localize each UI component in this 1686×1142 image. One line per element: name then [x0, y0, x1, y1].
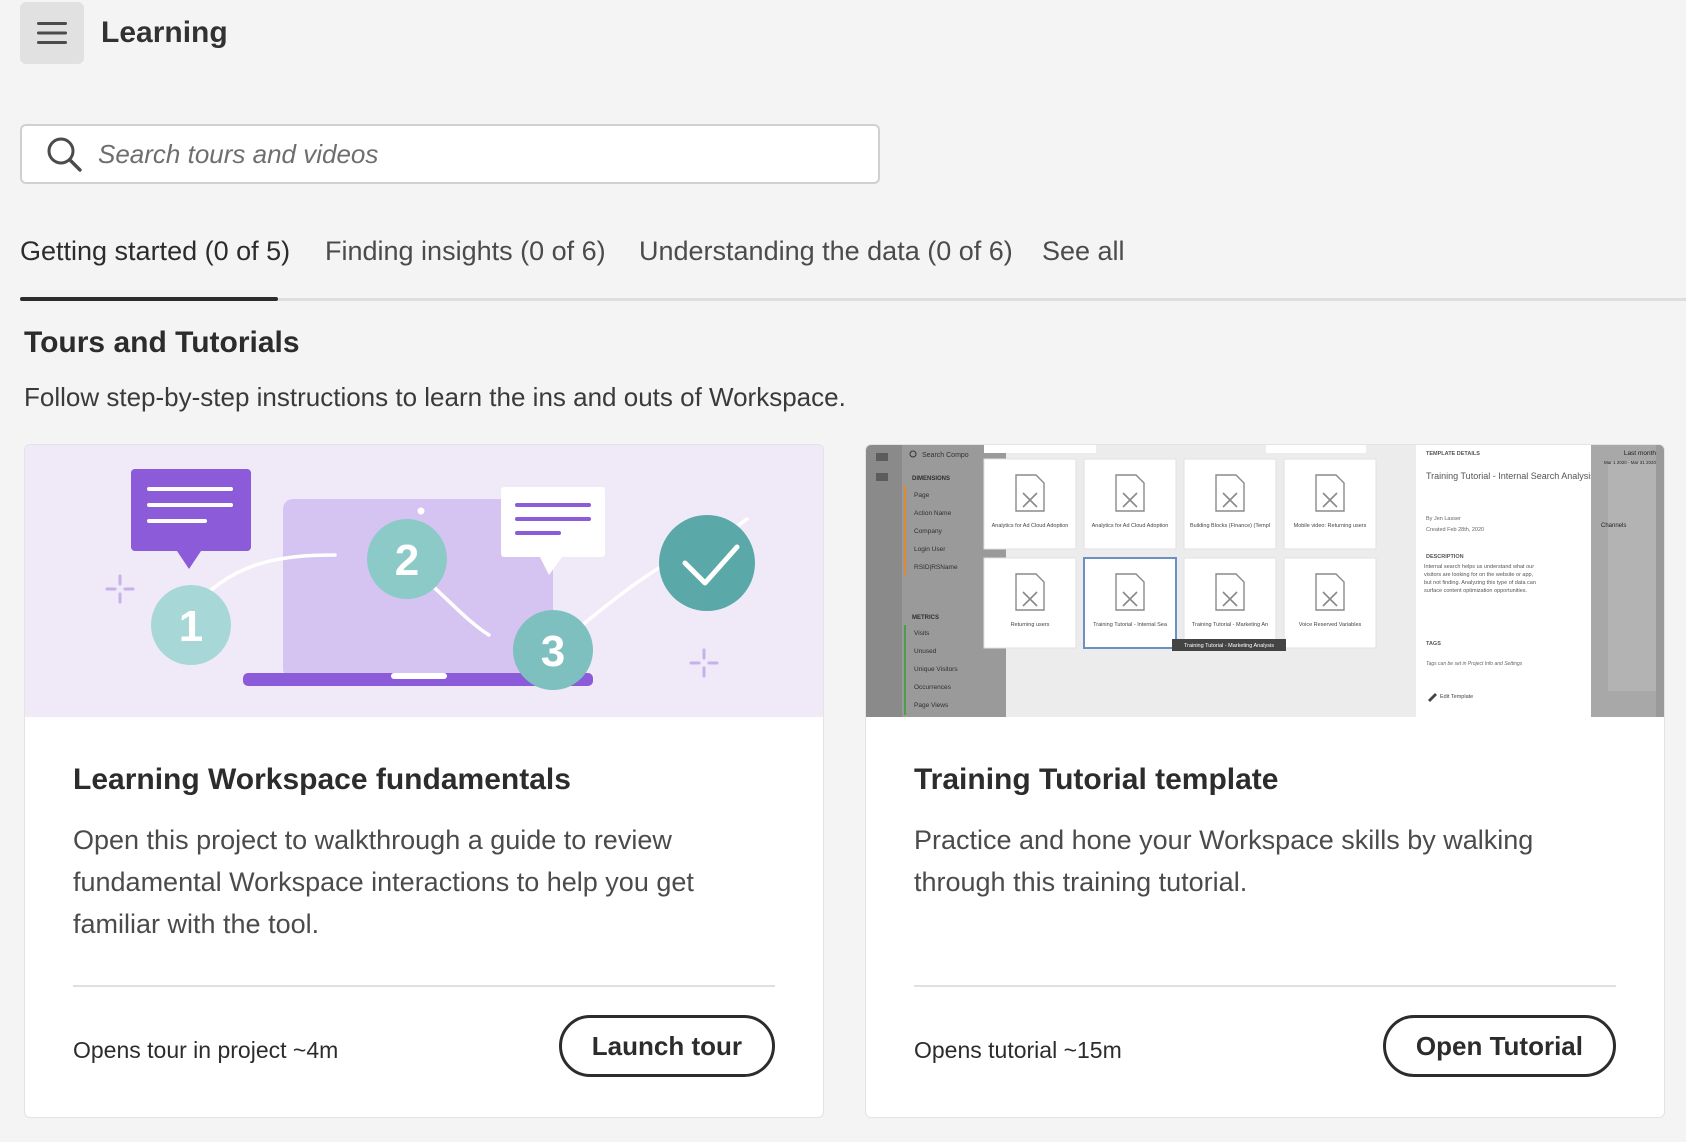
template-tile: Analytics for Ad Cloud Adoption [983, 458, 1077, 550]
svg-text:Visits: Visits [914, 630, 930, 637]
svg-text:TAGS: TAGS [1426, 641, 1441, 647]
template-tile-label: Analytics for Ad Cloud Adoption [992, 523, 1069, 529]
svg-text:By Jen Lasser: By Jen Lasser [1426, 516, 1461, 522]
template-tile: Training Tutorial - Marketing An [1183, 557, 1277, 649]
hamburger-menu-button[interactable] [20, 2, 84, 64]
tab-bar: Getting started (0 of 5) Finding insight… [20, 226, 1686, 302]
svg-text:Company: Company [914, 528, 943, 535]
svg-text:Created Feb 28th, 2020: Created Feb 28th, 2020 [1426, 527, 1484, 533]
file-broken-icon [1215, 474, 1245, 512]
template-tile-label: Training Tutorial - Internal Sea [1093, 622, 1168, 628]
svg-text:Training Tutorial - Internal S: Training Tutorial - Internal Search Anal… [1426, 471, 1595, 481]
template-tile: Building Blocks (Finance) (Templ [1183, 458, 1277, 550]
template-tile-label: Analytics for Ad Cloud Adoption [1092, 523, 1169, 529]
card-divider [914, 985, 1616, 987]
file-broken-icon [1215, 573, 1245, 611]
svg-text:DIMENSIONS: DIMENSIONS [912, 476, 950, 482]
svg-text:Training Tutorial - Marketing: Training Tutorial - Marketing Analysis [1184, 643, 1274, 649]
active-tab-indicator [20, 297, 278, 301]
card-duration: Opens tour in project ~4m [73, 1037, 339, 1063]
file-broken-icon [1115, 474, 1145, 512]
card-illustration: 1 2 3 [25, 445, 823, 717]
section-description: Follow step-by-step instructions to lear… [24, 382, 846, 412]
search-icon [47, 137, 82, 172]
search-input[interactable] [96, 137, 878, 171]
svg-text:METRICS: METRICS [912, 615, 939, 621]
step-1-number: 1 [179, 602, 203, 651]
launch-tour-button[interactable]: Launch tour [558, 1015, 775, 1077]
file-broken-icon [1015, 474, 1045, 512]
tour-card-workspace-fundamentals[interactable]: 1 2 3 Learning Workspace fundamentals Op… [24, 444, 824, 1118]
svg-text:Login User: Login User [914, 546, 946, 553]
svg-text:Mar 1 2020 - Mar 31 2020: Mar 1 2020 - Mar 31 2020 [1604, 460, 1657, 465]
search-box[interactable] [20, 124, 880, 184]
template-tile-label: Returning users [1011, 622, 1050, 628]
template-browser-screenshot: Search Compo DIMENSIONS Page Action Name… [866, 445, 1664, 717]
open-tutorial-button[interactable]: Open Tutorial [1382, 1015, 1616, 1077]
card-description: Practice and hone your Workspace skills … [914, 825, 1534, 897]
template-tile: Analytics for Ad Cloud Adoption [1083, 458, 1177, 550]
card-divider [73, 985, 775, 987]
tab-getting-started[interactable]: Getting started (0 of 5) [20, 236, 290, 267]
tab-finding-insights[interactable]: Finding insights (0 of 6) [325, 236, 606, 267]
template-description-text: Internal search helps us understand what… [1424, 564, 1536, 594]
svg-text:RSID|RSName: RSID|RSName [914, 564, 958, 571]
checkmark-circle [659, 515, 755, 611]
template-tile: Training Tutorial - Internal Sea [1083, 557, 1177, 649]
tab-understanding-the-data[interactable]: Understanding the data (0 of 6) [639, 236, 1013, 267]
template-tile: Returning users [983, 557, 1077, 649]
card-screenshot-preview: Search Compo DIMENSIONS Page Action Name… [866, 445, 1664, 717]
tour-steps-illustration: 1 2 3 [25, 445, 823, 717]
card-duration: Opens tutorial ~15m [914, 1037, 1122, 1063]
tab-see-all[interactable]: See all [1042, 236, 1125, 267]
file-broken-icon [1115, 573, 1145, 611]
card-description: Open this project to walkthrough a guide… [73, 825, 694, 939]
template-tile: Voice Reserved Variables [1283, 557, 1377, 649]
template-tile-label: Training Tutorial - Marketing An [1192, 622, 1268, 628]
file-broken-icon [1315, 573, 1345, 611]
tutorial-card-training-template[interactable]: Search Compo DIMENSIONS Page Action Name… [865, 444, 1665, 1118]
svg-text:Last month: Last month [1624, 450, 1657, 457]
file-broken-icon [1015, 573, 1045, 611]
hamburger-menu-icon [37, 22, 67, 44]
svg-text:Channels: Channels [1601, 523, 1626, 529]
template-tile-label: Voice Reserved Variables [1299, 622, 1362, 628]
template-tile: Mobile video: Returning users [1283, 458, 1377, 550]
template-tile-label: Mobile video: Returning users [1294, 523, 1367, 529]
top-bar: Learning [20, 2, 228, 64]
svg-text:Unused: Unused [914, 648, 937, 655]
svg-text:Edit Template: Edit Template [1440, 694, 1473, 700]
template-tile-label: Building Blocks (Finance) (Templ [1190, 523, 1270, 529]
svg-text:Page Views: Page Views [914, 702, 949, 709]
page-title: Learning [101, 16, 228, 49]
svg-text:Unique Visitors: Unique Visitors [914, 666, 958, 673]
step-2-number: 2 [395, 536, 419, 585]
svg-text:Tags can be set in Project Inf: Tags can be set in Project Info and Sett… [1426, 661, 1523, 667]
file-broken-icon [1315, 474, 1345, 512]
svg-text:Page: Page [914, 492, 930, 499]
screenshot-left-rail [866, 445, 902, 717]
section-title: Tours and Tutorials [24, 326, 300, 359]
card-title: Training Tutorial template [914, 763, 1279, 796]
svg-text:Search Compo: Search Compo [922, 452, 969, 459]
svg-text:TEMPLATE DETAILS: TEMPLATE DETAILS [1426, 451, 1480, 457]
svg-text:Action Name: Action Name [914, 510, 952, 517]
card-title: Learning Workspace fundamentals [73, 763, 571, 796]
svg-text:Occurrences: Occurrences [914, 684, 952, 691]
svg-text:DESCRIPTION: DESCRIPTION [1426, 554, 1464, 560]
step-3-number: 3 [541, 627, 565, 676]
